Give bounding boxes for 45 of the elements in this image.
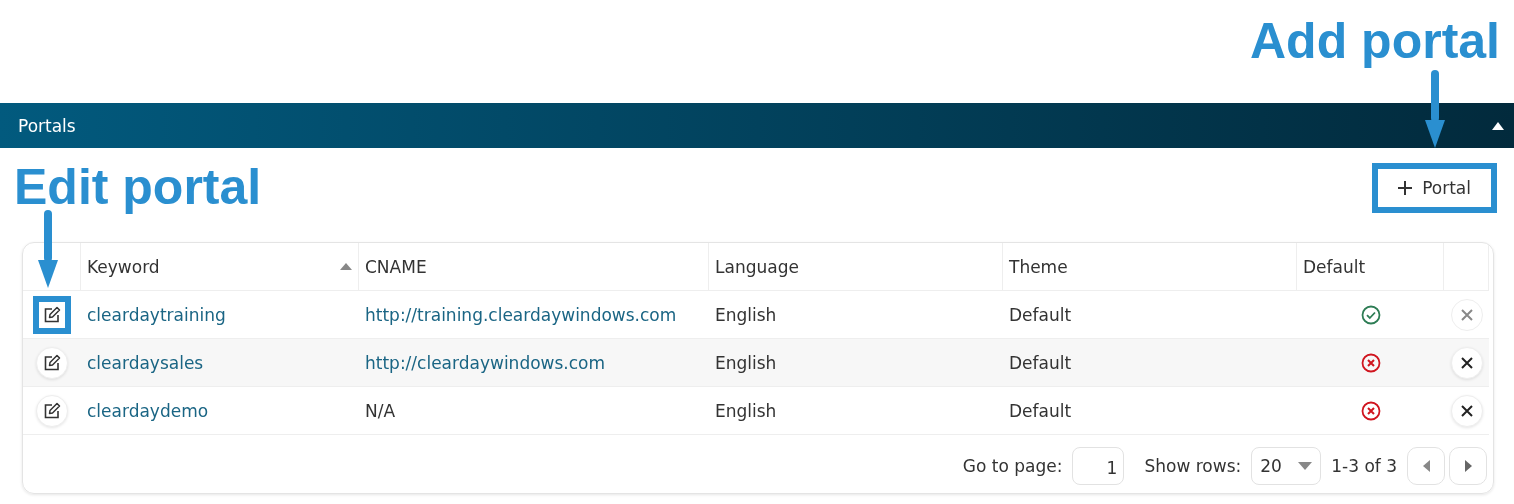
previous-page-button[interactable] xyxy=(1407,447,1445,485)
column-label: Default xyxy=(1303,256,1366,277)
collapse-icon[interactable] xyxy=(1492,121,1504,130)
caret-icon xyxy=(1298,462,1313,470)
table-cell: N/A xyxy=(365,400,396,421)
sort-icon[interactable] xyxy=(340,263,352,270)
table-cell: English xyxy=(715,400,777,421)
page-input[interactable]: 1 xyxy=(1072,447,1125,485)
keyword-link[interactable]: cleardaysales xyxy=(87,352,204,373)
annotation-label: Edit portal xyxy=(14,162,262,212)
table-cell: Default xyxy=(1009,304,1072,325)
arrow-icon xyxy=(1425,70,1445,150)
table-cell: English xyxy=(715,352,777,373)
edit-icon xyxy=(43,401,61,420)
edit-icon xyxy=(43,353,61,372)
close-icon xyxy=(1460,356,1473,369)
add-portal-button[interactable]: Portal xyxy=(1372,163,1497,213)
table-cell: Default xyxy=(1009,352,1072,373)
rows-label: Show rows: xyxy=(1144,456,1242,476)
close-icon xyxy=(1460,308,1473,321)
left-arrow-icon xyxy=(1422,460,1430,472)
close-icon xyxy=(1460,404,1473,417)
right-arrow-icon xyxy=(1464,460,1472,472)
column-label: CNAME xyxy=(365,256,427,277)
edit-icon xyxy=(43,305,61,324)
panel-title: Portals xyxy=(18,115,76,136)
page-label: Go to page: xyxy=(962,456,1063,476)
column-label: Keyword xyxy=(87,256,160,277)
edit-button[interactable] xyxy=(33,295,71,334)
keyword-link[interactable]: cleardaytraining xyxy=(87,304,226,325)
page-range: 1-3 of 3 xyxy=(1331,456,1397,476)
next-page-button[interactable] xyxy=(1449,447,1487,485)
panel-header[interactable]: Portals xyxy=(0,103,1514,148)
rows-select[interactable]: 20 xyxy=(1251,447,1322,485)
table-cell: English xyxy=(715,304,777,325)
keyword-link[interactable]: cleardaydemo xyxy=(87,400,209,421)
table-cell: Default xyxy=(1009,400,1072,421)
column-label: Language xyxy=(715,256,799,277)
plus-icon xyxy=(1398,181,1413,195)
cname-link[interactable]: http://training.cleardaywindows.com xyxy=(365,304,677,325)
arrow-icon xyxy=(38,210,58,290)
delete-button[interactable] xyxy=(1450,394,1483,427)
annotation-label: Add portal xyxy=(1250,16,1500,66)
column-label: Theme xyxy=(1009,256,1068,277)
delete-button[interactable] xyxy=(1450,346,1483,379)
